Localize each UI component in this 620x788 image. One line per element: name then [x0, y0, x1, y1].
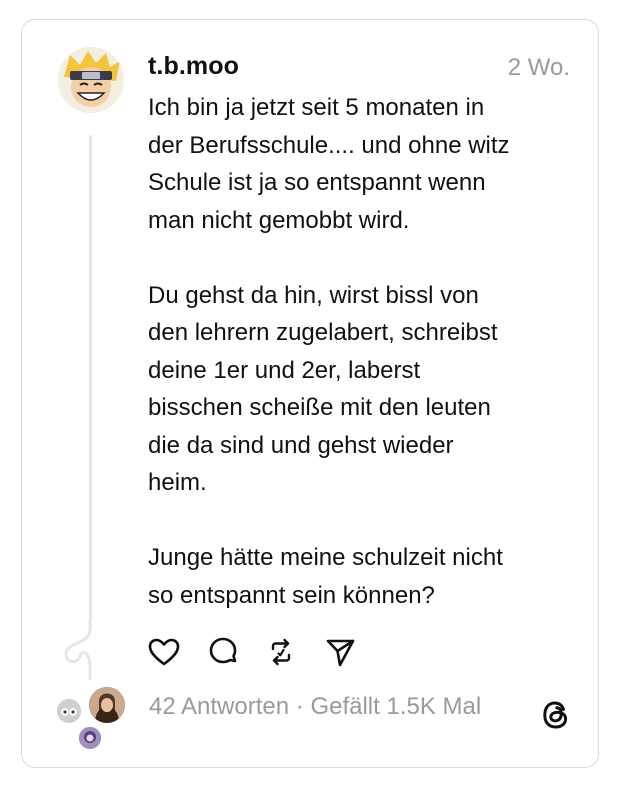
replies-count[interactable]: 42 Antworten [149, 693, 289, 720]
stats-separator: · [289, 693, 311, 720]
heart-icon [148, 638, 180, 666]
like-button[interactable] [147, 635, 181, 669]
reply-avatar [87, 685, 127, 725]
reply-avatar [55, 697, 83, 725]
username[interactable]: t.b.moo [148, 52, 239, 81]
post-text: Ich bin ja jetzt seit 5 monaten in der B… [148, 94, 510, 609]
reply-button[interactable] [206, 635, 240, 669]
share-icon [326, 639, 355, 667]
share-button[interactable] [323, 635, 357, 669]
likes-count[interactable]: Gefällt 1.5K Mal [310, 693, 481, 720]
post-stats: 42 Antworten · Gefällt 1.5K Mal [149, 693, 481, 721]
reply-avatar [77, 725, 103, 751]
repost-button[interactable] [264, 635, 298, 669]
comment-icon [209, 637, 237, 664]
thread-curl [64, 620, 92, 680]
post-time[interactable]: 2 Wo. [508, 54, 570, 82]
avatar[interactable] [58, 47, 124, 113]
repost-icon [271, 638, 291, 666]
avatar-image [58, 47, 124, 113]
threads-logo-icon[interactable] [536, 695, 576, 735]
reply-avatars[interactable] [55, 685, 130, 751]
thread-line [89, 135, 92, 630]
